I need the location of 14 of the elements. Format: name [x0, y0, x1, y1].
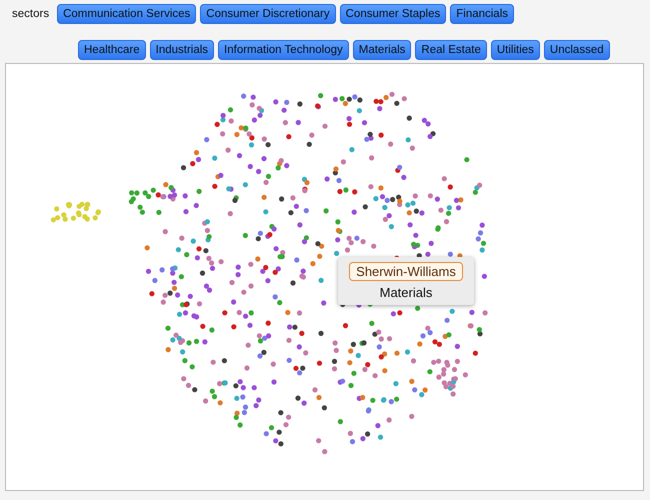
- sector-label: Materials: [380, 285, 432, 300]
- sector-button[interactable]: Real Estate: [415, 40, 487, 60]
- sector-button[interactable]: Utilities: [490, 40, 540, 60]
- sector-button[interactable]: Financials: [450, 4, 514, 24]
- sector-button[interactable]: Healthcare: [78, 40, 146, 60]
- sector-button[interactable]: Consumer Discretionary: [200, 4, 336, 24]
- sector-button[interactable]: Information Technology: [218, 40, 349, 60]
- company-name: Sherwin-Williams: [349, 262, 463, 281]
- filter-label: sectors: [12, 8, 50, 20]
- sector-button[interactable]: Industrials: [150, 40, 214, 60]
- sector-button[interactable]: Unclassed: [544, 40, 610, 60]
- sector-button[interactable]: Materials: [352, 40, 412, 60]
- sector-button[interactable]: Consumer Staples: [340, 4, 446, 24]
- sector-button[interactable]: Communication Services: [57, 4, 196, 24]
